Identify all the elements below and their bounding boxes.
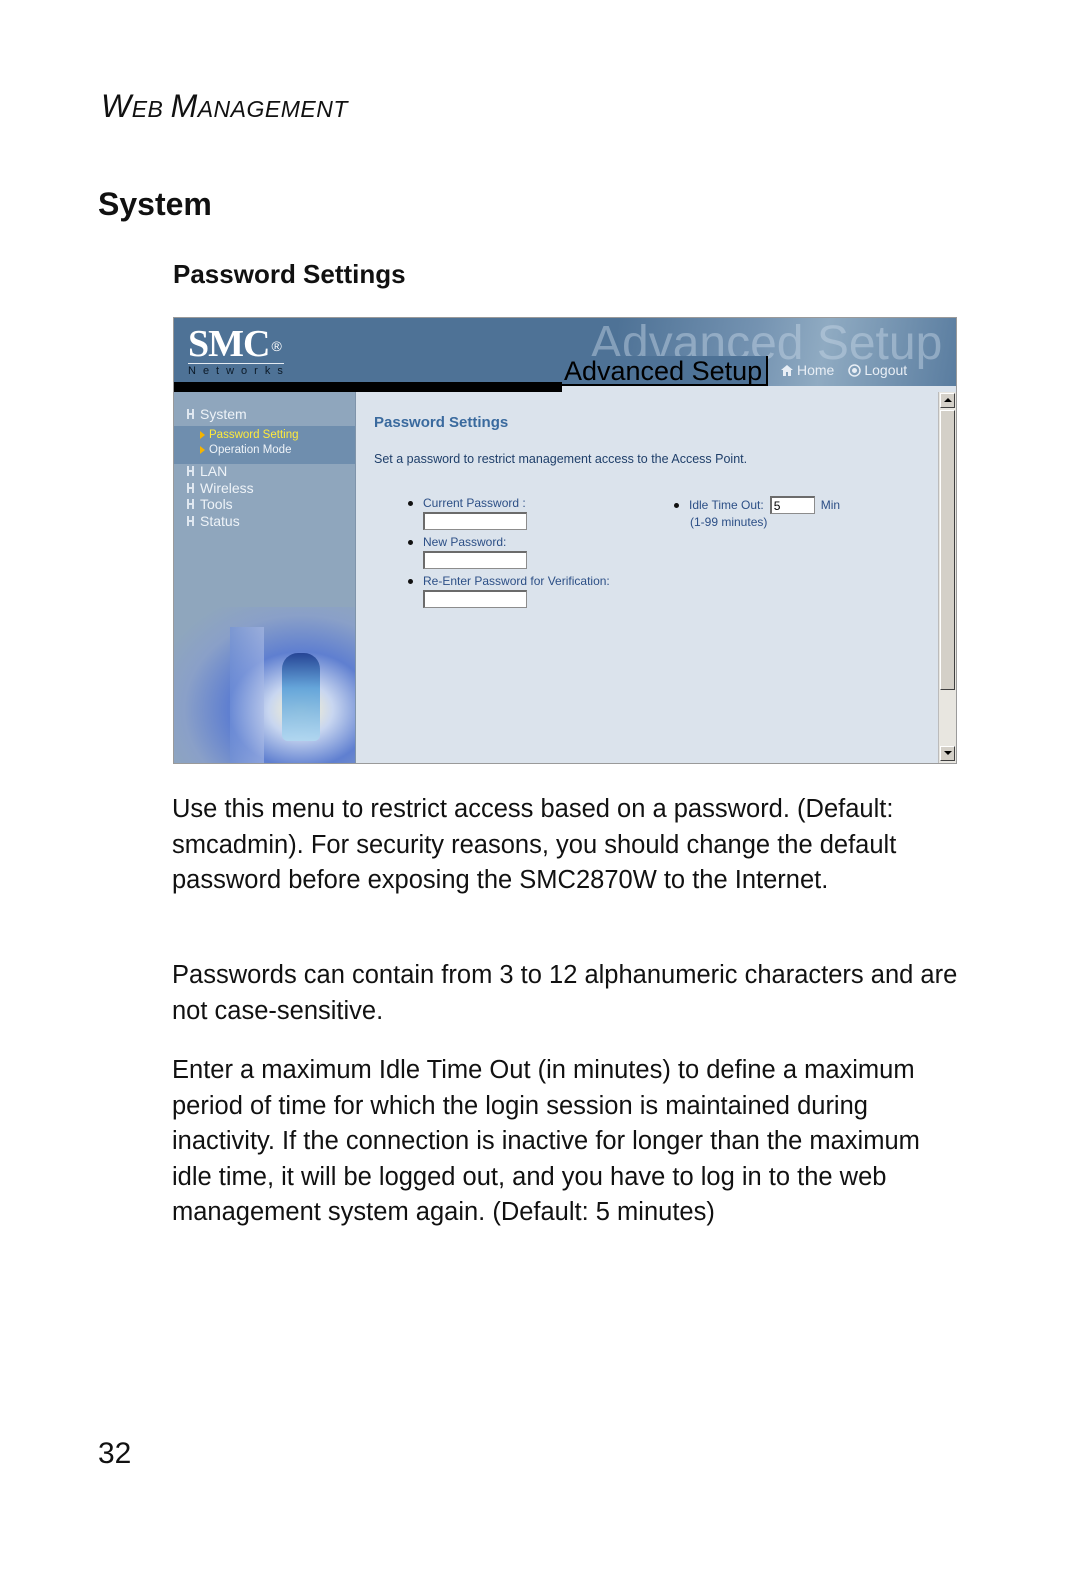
smc-logo: SMC ® — [188, 323, 282, 365]
running-head-m: M — [170, 88, 198, 124]
arrow-down-icon — [944, 751, 952, 755]
scroll-down-button[interactable] — [940, 746, 955, 761]
current-password-input[interactable] — [423, 512, 527, 530]
embedded-screenshot: Advanced Setup SMC ® Networks Advanced Se… — [173, 317, 957, 764]
arrow-right-icon — [200, 446, 205, 454]
vertical-scrollbar[interactable] — [938, 392, 956, 763]
home-icon — [780, 364, 794, 377]
sidebar-item-lan[interactable]: LAN — [186, 463, 227, 479]
bullet-icon — [674, 502, 679, 508]
logout-label: Logout — [864, 362, 908, 378]
sidebar-item-system[interactable]: System — [186, 406, 247, 422]
body-paragraph-3: Enter a maximum Idle Time Out (in minute… — [172, 1056, 920, 1226]
verify-password-label: Re-Enter Password for Verification: — [423, 574, 610, 588]
sidebar-item-label: System — [200, 406, 247, 422]
running-head-anagement: ANAGEMENT — [197, 96, 348, 122]
sidebar-item-wireless[interactable]: Wireless — [186, 480, 254, 496]
idle-timeout-field: Idle Time Out: Min (1-99 minutes) — [674, 496, 840, 529]
bullet-icon — [408, 500, 413, 506]
idle-timeout-hint: (1-99 minutes) — [690, 515, 768, 529]
content-panel: Password Settings Set a password to rest… — [356, 392, 938, 763]
logout-icon — [848, 363, 862, 377]
menu-bullet-icon — [187, 483, 194, 493]
top-nav: Home Logout — [780, 362, 907, 378]
verify-password-input[interactable] — [423, 590, 527, 608]
sidebar-item-label: Tools — [200, 496, 233, 512]
current-password-label: Current Password : — [423, 496, 526, 510]
page-number: 32 — [98, 1437, 132, 1470]
home-link[interactable]: Home — [780, 362, 834, 378]
logo-brand: SMC — [188, 323, 270, 365]
logout-link[interactable]: Logout — [848, 362, 907, 378]
arrow-right-icon — [200, 431, 205, 439]
home-label: Home — [797, 362, 835, 378]
bullet-icon — [408, 539, 413, 545]
sidebar-subitem-password-setting[interactable]: Password Setting — [200, 429, 299, 441]
menu-bullet-icon — [187, 516, 194, 526]
menu-bullet-icon — [187, 466, 194, 476]
running-head-w: W — [101, 88, 132, 124]
banner: Advanced Setup SMC ® Networks Advanced Se… — [174, 318, 956, 392]
menu-bullet-icon — [187, 499, 194, 509]
logo-subtitle: Networks — [188, 365, 290, 377]
body-paragraph-1: Use this menu to restrict access based o… — [172, 795, 897, 894]
new-password-field: New Password: — [408, 535, 527, 569]
new-password-label: New Password: — [423, 535, 507, 549]
subsection-title: Password Settings — [173, 259, 406, 289]
idle-timeout-label: Idle Time Out: — [689, 498, 764, 512]
photo-figure — [282, 653, 320, 741]
sidebar-subitem-label: Operation Mode — [209, 444, 292, 456]
sidebar-subitem-operation-mode[interactable]: Operation Mode — [200, 444, 291, 456]
scroll-thumb[interactable] — [940, 410, 955, 690]
banner-title-tab: Advanced Setup — [562, 356, 768, 386]
idle-timeout-input[interactable] — [769, 496, 815, 514]
banner-title: Advanced Setup — [564, 356, 763, 386]
sidebar-item-label: Status — [200, 513, 240, 529]
sidebar-item-label: Wireless — [200, 480, 254, 496]
bullet-icon — [408, 578, 413, 584]
menu-bullet-icon — [187, 409, 194, 419]
running-head: WEB MANAGEMENT — [101, 88, 348, 125]
scroll-up-button[interactable] — [940, 393, 955, 408]
sidebar-item-status[interactable]: Status — [186, 513, 240, 529]
sidebar-item-label: LAN — [200, 463, 228, 479]
content-title: Password Settings — [374, 414, 509, 431]
arrow-up-icon — [944, 398, 952, 402]
sidebar-item-tools[interactable]: Tools — [186, 496, 233, 512]
photo-door — [230, 627, 264, 763]
idle-timeout-unit: Min — [820, 498, 841, 512]
content-description: Set a password to restrict management ac… — [374, 452, 748, 466]
section-title: System — [98, 186, 212, 222]
verify-password-field: Re-Enter Password for Verification: — [408, 574, 610, 608]
sidebar-decorative-photo — [174, 607, 355, 763]
body-paragraph-2: Passwords can contain from 3 to 12 alpha… — [172, 961, 958, 1025]
current-password-field: Current Password : — [408, 496, 527, 530]
registered-mark: ® — [271, 338, 281, 354]
banner-black-bar — [174, 382, 562, 392]
new-password-input[interactable] — [423, 551, 527, 569]
sidebar: System Password Setting Operation Mode L… — [174, 392, 356, 763]
running-head-eb: EB — [131, 96, 164, 122]
sidebar-subitem-label: Password Setting — [209, 429, 299, 441]
logo-divider — [188, 363, 284, 364]
